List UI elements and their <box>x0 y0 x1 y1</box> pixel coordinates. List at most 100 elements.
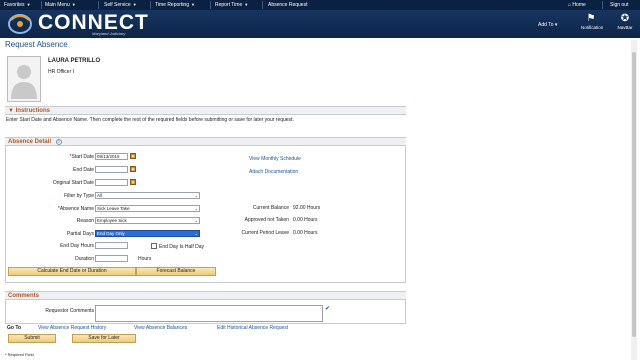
nav-main-menu[interactable]: Main Menu ▼ <box>45 2 76 8</box>
submit-button[interactable]: Submit <box>8 334 56 343</box>
chevron-down-icon: ⌄ <box>194 193 198 198</box>
attach-documentation-link[interactable]: Attach Documentation <box>249 169 298 175</box>
collapse-arrow-icon: ▼ <box>8 108 14 114</box>
calculate-end-date-button[interactable]: Calculate End Date or Duration <box>8 267 136 276</box>
nav-separator <box>41 1 42 9</box>
start-date-input[interactable]: 09/13/2015 <box>95 153 128 160</box>
vertical-scrollbar[interactable] <box>631 40 637 360</box>
absence-name-label: *Absence Name <box>57 206 94 212</box>
current-period-value: 0.00 Hours <box>293 230 318 236</box>
original-start-label: Original Start Date <box>52 180 94 186</box>
nav-separator <box>150 1 151 9</box>
view-monthly-schedule-link[interactable]: View Monthly Schedule <box>249 156 301 162</box>
calendar-icon[interactable]: ▦ <box>130 179 136 185</box>
flag-icon: ⚑ <box>586 13 596 24</box>
absence-name-value: Sick Leave Take <box>97 206 130 211</box>
filter-type-label: Filter by Type <box>64 193 94 199</box>
navbar-label: NavBar <box>617 25 633 30</box>
start-date-label-text: Start Date <box>71 154 94 160</box>
edit-historical-absence-link[interactable]: Edit Historical Absence Request <box>217 325 288 331</box>
person-icon <box>11 65 37 99</box>
instructions-text: Enter Start Date and Absence Name. Then … <box>6 117 294 123</box>
nav-self-service[interactable]: Self Service ▼ <box>104 2 137 8</box>
spellcheck-icon[interactable]: ✔ <box>325 305 330 312</box>
employee-role: HR Officer I <box>48 69 75 75</box>
calendar-icon[interactable]: ▦ <box>130 166 136 172</box>
reason-label: Reason <box>76 218 94 224</box>
home-link[interactable]: ⌂ Home <box>568 2 586 8</box>
filter-type-select[interactable]: All ⌄ <box>95 192 200 199</box>
approved-not-taken-value: 0.00 Hours <box>293 217 318 223</box>
notification-button[interactable]: ⚑ Notification <box>581 13 604 30</box>
save-for-later-button[interactable]: Save for Later <box>72 334 136 343</box>
nav-separator <box>98 1 99 9</box>
nav-report-time[interactable]: Report Time ▼ <box>215 2 248 8</box>
help-icon[interactable]: ? <box>55 139 62 145</box>
current-balance-label: Current Balance <box>252 205 289 211</box>
hours-unit: Hours <box>138 256 152 262</box>
compass-icon: ✪ <box>620 13 630 24</box>
half-day-checkbox[interactable] <box>151 243 157 249</box>
logo-subtitle: Maryland Judiciary <box>92 31 126 36</box>
reason-select[interactable]: Employee Sick ⌄ <box>95 217 200 224</box>
duration-input[interactable] <box>95 255 128 262</box>
nav-favorites-label: Favorites <box>4 2 25 8</box>
nav-separator <box>262 1 263 9</box>
nav-time-reporting[interactable]: Time Reporting ▼ <box>155 2 195 8</box>
current-period-label: Current Period Leave <box>241 230 289 236</box>
employee-name: LAURA PETRILLO <box>48 58 101 64</box>
chevron-down-icon: ⌄ <box>194 231 198 236</box>
end-date-label: End Date <box>73 167 94 173</box>
requestor-comments-textarea[interactable] <box>95 305 323 322</box>
chevron-down-icon: ▼ <box>26 2 31 7</box>
calendar-icon[interactable]: ▦ <box>130 153 136 159</box>
home-icon: ⌂ <box>568 2 572 8</box>
chevron-down-icon: ⌄ <box>194 218 198 223</box>
view-absence-history-link[interactable]: View Absence Request History <box>38 325 106 331</box>
notification-label: Notification <box>581 25 604 30</box>
chevron-down-icon: ▼ <box>71 2 76 7</box>
nav-main-menu-label: Main Menu <box>45 2 70 8</box>
nav-self-service-label: Self Service <box>104 2 131 8</box>
instructions-title: Instructions <box>15 108 50 114</box>
absence-name-select[interactable]: Sick Leave Take ⌄ <box>95 205 200 212</box>
requestor-comments-label: Requestor Comments <box>45 308 94 314</box>
nav-time-reporting-label: Time Reporting <box>155 2 189 8</box>
instructions-header[interactable]: ▼ Instructions <box>5 106 406 115</box>
absence-detail-title: Absence Detail <box>8 139 52 145</box>
chevron-down-icon: ▼ <box>191 2 195 7</box>
chevron-down-icon: ▾ <box>554 22 558 28</box>
chevron-down-icon: ▼ <box>244 2 249 7</box>
navbar-button[interactable]: ✪ NavBar <box>615 13 635 30</box>
reason-value: Employee Sick <box>97 218 127 223</box>
avatar <box>7 56 41 102</box>
approved-not-taken-label: Approved not Taken <box>244 217 289 223</box>
comments-header: Comments <box>5 291 406 300</box>
partial-days-value: End Day Only <box>97 231 125 236</box>
view-absence-balances-link[interactable]: View Absence Balances <box>134 325 187 331</box>
chevron-down-icon: ⌄ <box>194 206 198 211</box>
add-to-menu[interactable]: Add To ▾ <box>538 22 557 28</box>
original-start-input[interactable] <box>95 179 128 186</box>
scrollbar-thumb[interactable] <box>632 52 636 337</box>
start-date-label: *Start Date <box>69 154 94 160</box>
current-balance-value: 92.00 Hours <box>293 205 321 211</box>
partial-days-select[interactable]: End Day Only ⌄ <box>95 230 200 237</box>
home-label: Home <box>572 2 586 8</box>
absence-detail-header: Absence Detail ? <box>5 137 406 146</box>
half-day-label: End Day Is Half Day <box>159 244 205 250</box>
end-day-hours-label: End Day Hours <box>60 243 94 249</box>
signout-link[interactable]: Sign out <box>610 2 628 8</box>
page-title: Request Absence <box>5 40 68 49</box>
add-to-label: Add To <box>538 22 554 28</box>
partial-days-label: Partial Days <box>67 231 94 237</box>
filter-type-value: All <box>97 193 103 198</box>
required-field-note: * Required Field <box>5 352 34 357</box>
end-day-hours-input[interactable] <box>95 242 128 249</box>
nav-current-page[interactable]: Absence Request <box>268 2 307 8</box>
nav-report-time-label: Report Time <box>215 2 243 8</box>
end-date-input[interactable] <box>95 166 128 173</box>
absence-name-label-text: Absence Name <box>59 206 94 212</box>
nav-favorites[interactable]: Favorites ▼ <box>4 2 31 8</box>
forecast-balance-button[interactable]: Forecast Balance <box>136 267 216 276</box>
